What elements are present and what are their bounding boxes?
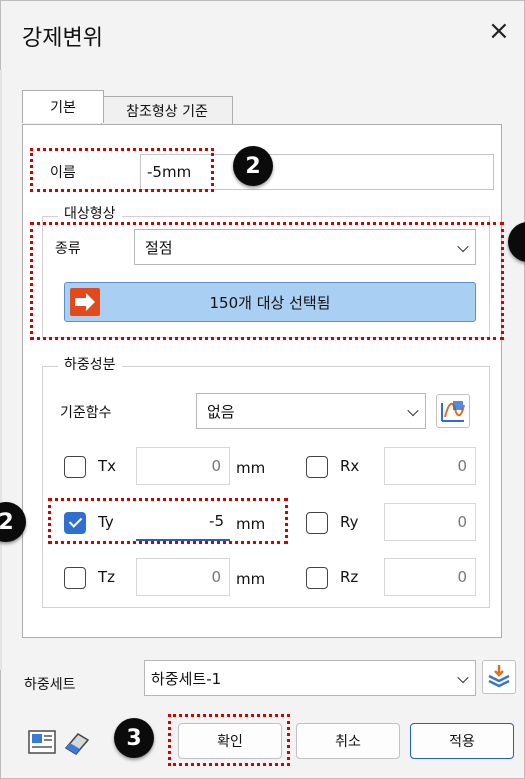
tab-basic[interactable]: 기본 xyxy=(22,90,104,123)
tab-reference-shape-label: 참조형상 기준 xyxy=(126,104,208,120)
eraser-icon[interactable] xyxy=(62,728,92,756)
rz-value: 0 xyxy=(457,568,467,586)
tab-reference-shape[interactable]: 참조형상 기준 xyxy=(101,96,233,126)
tx-label: Tx xyxy=(98,457,117,475)
step-badge-ok: 3 xyxy=(114,718,154,758)
ref-function-value: 없음 xyxy=(207,402,235,421)
cancel-button-label: 취소 xyxy=(335,734,361,750)
function-graph-icon[interactable] xyxy=(436,394,470,428)
target-group-label: 대상형상 xyxy=(58,203,122,223)
step-badge-name: 2 xyxy=(233,146,273,186)
dialog-title: 강제변위 xyxy=(22,26,103,51)
close-icon[interactable]: × xyxy=(488,16,510,46)
ok-annotation-box xyxy=(168,714,290,766)
target-annotation-box xyxy=(30,222,504,340)
load-set-manager-icon[interactable] xyxy=(482,660,516,694)
chevron-down-icon xyxy=(407,404,419,417)
tz-checkbox[interactable] xyxy=(64,567,86,589)
cancel-button[interactable]: 취소 xyxy=(296,723,400,759)
tx-unit: mm xyxy=(236,459,266,477)
background-line xyxy=(0,70,2,670)
name-annotation-box xyxy=(30,148,214,192)
load-set-value: 하중세트-1 xyxy=(151,669,222,688)
apply-button[interactable]: 적용 xyxy=(410,723,514,759)
ty-annotation-box xyxy=(48,498,288,544)
rx-input[interactable]: 0 xyxy=(384,447,476,485)
tz-value: 0 xyxy=(211,568,221,586)
tz-input[interactable]: 0 xyxy=(136,558,230,596)
load-set-dropdown[interactable]: 하중세트-1 xyxy=(144,660,476,696)
ref-function-label: 기준함수 xyxy=(60,405,112,421)
ry-checkbox[interactable] xyxy=(306,512,328,534)
tz-unit: mm xyxy=(236,570,266,588)
tz-label: Tz xyxy=(98,568,116,586)
load-set-label: 하중세트 xyxy=(24,677,76,693)
apply-button-label: 적용 xyxy=(449,734,475,750)
tab-basic-label: 기본 xyxy=(50,100,76,116)
tx-checkbox[interactable] xyxy=(64,456,86,478)
rz-input[interactable]: 0 xyxy=(384,558,476,596)
tx-value: 0 xyxy=(211,457,221,475)
rx-value: 0 xyxy=(457,457,467,475)
load-components-label: 하중성분 xyxy=(58,354,122,374)
ry-label: Ry xyxy=(340,513,359,531)
rz-checkbox[interactable] xyxy=(306,567,328,589)
tx-input[interactable]: 0 xyxy=(136,447,230,485)
rz-label: Rz xyxy=(340,568,359,586)
report-icon[interactable] xyxy=(28,728,58,756)
ref-function-dropdown[interactable]: 없음 xyxy=(196,393,426,429)
ry-value: 0 xyxy=(457,513,467,531)
rx-checkbox[interactable] xyxy=(306,456,328,478)
chevron-down-icon xyxy=(457,671,469,684)
rx-label: Rx xyxy=(340,457,360,475)
ry-input[interactable]: 0 xyxy=(384,503,476,541)
